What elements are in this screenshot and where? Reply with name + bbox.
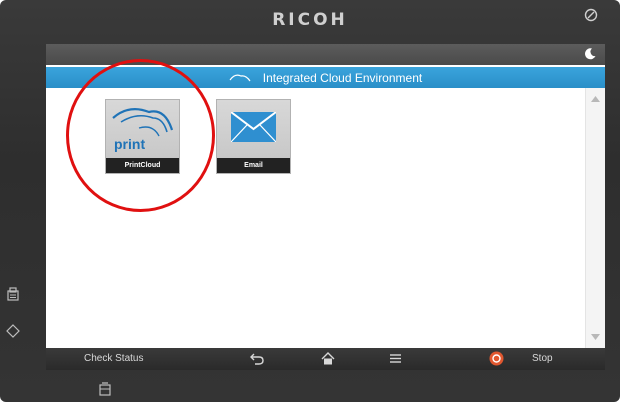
email-label: Email — [217, 158, 290, 173]
copier-panel: RICOH Integrated Cloud Environment print… — [0, 0, 620, 402]
print-logo-text: print — [114, 136, 146, 152]
scroll-down-arrow-icon[interactable] — [591, 334, 600, 340]
envelope-icon — [231, 112, 276, 142]
printcloud-app-button[interactable]: print PrintCloud — [105, 99, 180, 174]
stop-icon[interactable] — [489, 351, 504, 366]
bottom-bar: Check Status Stop — [46, 348, 605, 370]
energy-saver-moon-icon[interactable] — [583, 47, 597, 61]
title-bar: Integrated Cloud Environment — [46, 67, 605, 88]
back-arrow-icon[interactable] — [250, 352, 264, 365]
printcloud-label: PrintCloud — [106, 158, 179, 173]
touch-screen: Integrated Cloud Environment print Print… — [46, 44, 605, 370]
menu-icon[interactable] — [389, 352, 402, 365]
power-icon[interactable] — [584, 8, 598, 22]
system-top-bar — [46, 44, 605, 65]
data-in-icon — [7, 287, 19, 301]
cloud-icon — [229, 74, 251, 81]
communication-icon — [6, 324, 20, 338]
vertical-scrollbar[interactable] — [585, 88, 605, 348]
home-icon[interactable] — [321, 352, 335, 365]
email-app-button[interactable]: Email — [216, 99, 291, 174]
screen-title: Integrated Cloud Environment — [262, 70, 423, 85]
scroll-up-arrow-icon[interactable] — [591, 96, 600, 102]
check-status-button[interactable]: Check Status — [84, 353, 143, 364]
media-slot-icon — [99, 382, 111, 396]
brand-logo: RICOH — [272, 10, 348, 30]
stop-button-label[interactable]: Stop — [532, 353, 553, 364]
